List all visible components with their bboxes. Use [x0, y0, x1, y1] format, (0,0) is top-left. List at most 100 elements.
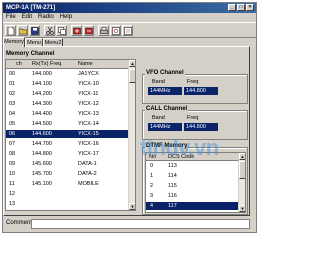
save-button[interactable] — [29, 25, 40, 36]
close-button[interactable]: × — [246, 4, 254, 11]
copy-button[interactable] — [56, 25, 67, 36]
window-title: MCP-1A [TM-271] — [6, 5, 56, 11]
frequency-cell: 145.700 — [32, 171, 52, 177]
channel-number-cell: 09 — [9, 161, 16, 167]
open-folder-icon — [19, 28, 27, 35]
channel-number-cell: 13 — [9, 201, 16, 207]
scroll-down-button[interactable]: ▼ — [129, 203, 135, 210]
write-radio-button[interactable] — [83, 25, 94, 36]
info-button[interactable] — [122, 25, 133, 36]
dcs-code-row[interactable]: 2 115 — [146, 182, 239, 190]
scissors-icon — [46, 27, 54, 35]
scroll-up-button[interactable]: ▲ — [129, 60, 135, 67]
vfo-band-label: Band — [152, 79, 165, 85]
title-bar[interactable]: MCP-1A [TM-271] _ □ × — [3, 3, 256, 13]
column-header-ch[interactable]: ch — [16, 60, 22, 69]
frequency-cell: 144.300 — [32, 101, 52, 107]
memory-channel-row[interactable]: 07 144.700 YICX-16 — [6, 140, 129, 148]
frequency-cell: 144.700 — [32, 141, 52, 147]
vfo-freq-value[interactable]: 144.800 — [184, 87, 218, 95]
channel-name-cell: YICX-17 — [78, 151, 99, 157]
memory-channel-row[interactable]: 11 145.100 MOBILE — [6, 180, 129, 188]
minimize-button[interactable]: _ — [228, 4, 236, 11]
channel-number-cell: 06 — [9, 131, 16, 137]
channel-number-cell: 00 — [9, 71, 16, 77]
read-radio-button[interactable] — [71, 25, 82, 36]
frequency-cell: 144.600 — [32, 131, 52, 137]
channel-number-cell: 12 — [9, 191, 16, 197]
dcs-code-scrollbar[interactable]: ▲ ▼ — [238, 153, 245, 212]
memory-channel-row[interactable]: 05 144.500 YICX-14 — [6, 120, 129, 128]
memory-channel-title: Memory Channel — [6, 51, 55, 57]
cut-button[interactable] — [44, 25, 55, 36]
toolbar — [3, 22, 256, 38]
scroll-thumb[interactable] — [129, 69, 135, 83]
dcs-code-row[interactable]: 1 114 — [146, 172, 239, 180]
memory-channel-row[interactable]: 04 144.400 YICX-13 — [6, 110, 129, 118]
dcs-code-cell: 116 — [168, 193, 177, 199]
dcs-number-cell: 3 — [150, 193, 154, 199]
column-header-name[interactable]: Name — [78, 60, 93, 69]
open-file-button[interactable] — [17, 25, 28, 36]
call-freq-label: Freq — [187, 115, 199, 121]
channel-number-cell: 01 — [9, 81, 16, 87]
memory-channel-row[interactable]: 12 — [6, 190, 129, 198]
memory-channel-row[interactable]: 10 145.700 DATA-2 — [6, 170, 129, 178]
menu-file[interactable]: File — [3, 13, 19, 22]
call-band-label: Band — [152, 115, 165, 121]
call-band-value[interactable]: 144MHz — [148, 123, 182, 131]
menu-radio[interactable]: Radio — [35, 13, 57, 22]
comment-input[interactable] — [31, 219, 250, 229]
memory-channel-row[interactable]: 08 144.800 YICX-17 — [6, 150, 129, 158]
vfo-freq-label: Freq — [187, 79, 199, 85]
channel-name-cell: YICX-11 — [78, 91, 99, 97]
watermark-text: tindv.vn — [140, 135, 219, 160]
channel-name-cell: DATA-1 — [78, 161, 97, 167]
dcs-number-cell: 1 — [150, 173, 154, 179]
dcs-code-row[interactable]: 4 117 — [146, 202, 239, 210]
write-radio-icon — [85, 27, 93, 35]
new-file-button[interactable] — [5, 25, 16, 36]
frequency-cell: 144.000 — [32, 71, 52, 77]
tab-memory[interactable]: Memory — [3, 37, 25, 47]
vfo-band-value[interactable]: 144MHz — [148, 87, 182, 95]
column-header-freq[interactable]: Rx(Tx) Freq — [32, 60, 61, 69]
dcs-code-table[interactable]: No DCS Code 0 113 1 114 2 115 3 116 4 117 ▲ ▼ — [145, 152, 246, 213]
vfo-channel-title: VFO Channel — [145, 70, 185, 76]
channel-name-cell: YICX-12 — [78, 101, 99, 107]
print-button[interactable] — [98, 25, 109, 36]
maximize-button[interactable]: □ — [237, 4, 245, 11]
memory-channel-header: ch Rx(Tx) Freq Name — [6, 60, 129, 69]
memory-channel-row[interactable]: 09 145.600 DATA-1 — [6, 160, 129, 168]
call-channel-title: CALL Channel — [145, 106, 189, 112]
memory-channel-row[interactable]: 00 144.000 JA1YCX — [6, 70, 129, 78]
frequency-cell: 144.800 — [32, 151, 52, 157]
dcs-code-row[interactable]: 3 116 — [146, 192, 239, 200]
preview-button[interactable] — [110, 25, 121, 36]
dcs-scroll-thumb[interactable] — [239, 161, 245, 179]
channel-name-cell: YICX-13 — [78, 111, 99, 117]
menu-edit[interactable]: Edit — [19, 13, 35, 22]
dcs-scroll-down-button[interactable]: ▼ — [239, 205, 245, 212]
dcs-code-cell: 117 — [168, 203, 177, 209]
dcs-code-row[interactable]: 0 113 — [146, 162, 239, 170]
dcs-code-cell: 115 — [168, 183, 177, 189]
memory-channel-table[interactable]: ch Rx(Tx) Freq Name 00 144.000 JA1YCX 01 144… — [5, 59, 136, 211]
memory-channel-row[interactable]: 02 144.200 YICX-11 — [6, 90, 129, 98]
save-disk-icon — [31, 27, 39, 35]
frequency-cell: 145.600 — [32, 161, 52, 167]
memory-channel-row[interactable]: 03 144.300 YICX-12 — [6, 100, 129, 108]
call-freq-value[interactable]: 144.800 — [184, 123, 218, 131]
channel-number-cell: 11 — [9, 181, 15, 187]
dcs-scroll-up-button[interactable]: ▲ — [239, 153, 245, 160]
channel-number-cell: 08 — [9, 151, 16, 157]
channel-name-cell: YICX-14 — [78, 121, 99, 127]
memory-channel-scrollbar[interactable]: ▲ ▼ — [128, 60, 135, 210]
memory-channel-row[interactable]: 01 144.100 YICX-10 — [6, 80, 129, 88]
memory-channel-row[interactable]: 06 144.600 YICX-15 — [6, 130, 129, 138]
channel-number-cell: 10 — [9, 171, 16, 177]
memory-channel-row[interactable]: 13 — [6, 200, 129, 208]
channel-name-cell: DATA-2 — [78, 171, 97, 177]
channel-number-cell: 02 — [9, 91, 16, 97]
menu-help[interactable]: Help — [57, 13, 75, 22]
